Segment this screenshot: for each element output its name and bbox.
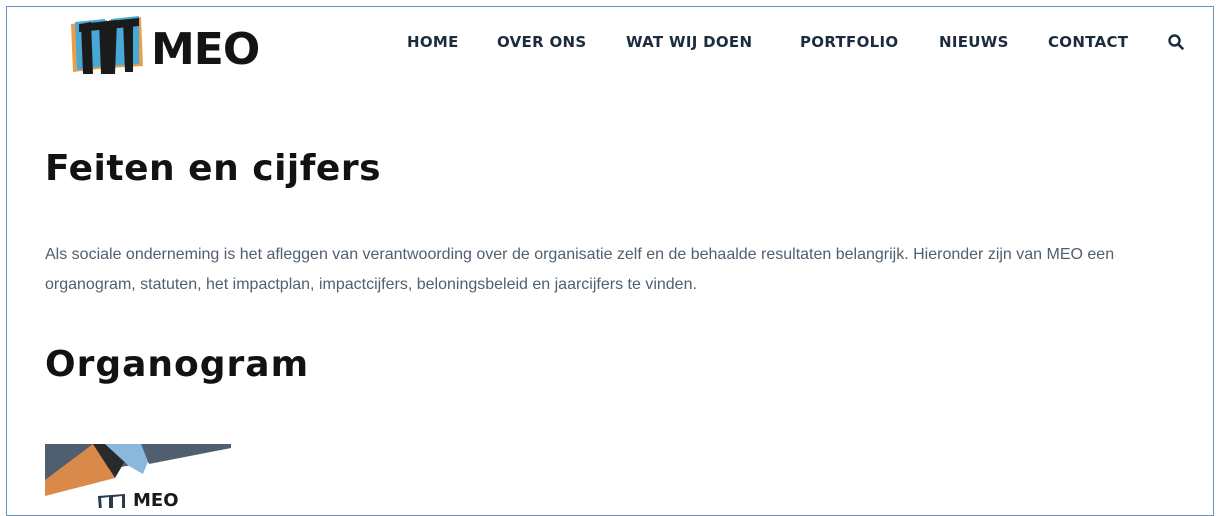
nav-item-portfolio[interactable]: PORTFOLIO	[800, 33, 898, 51]
page-title: Feiten en cijfers	[45, 148, 382, 189]
nav-item-contact[interactable]: CONTACT	[1048, 33, 1128, 51]
intro-paragraph: Als sociale onderneming is het afleggen …	[45, 246, 1115, 293]
nav-item-nieuws[interactable]: NIEUWS	[939, 33, 1009, 51]
search-icon[interactable]	[1167, 33, 1185, 51]
section-title-organogram: Organogram	[45, 344, 310, 385]
thumbnail-book-icon	[98, 494, 125, 508]
nav-item-home[interactable]: HOME	[407, 33, 459, 51]
thumbnail-logo-text: MEO	[133, 490, 179, 511]
nav-item-over-ons[interactable]: OVER ONS	[497, 33, 587, 51]
main-nav: HOME OVER ONS WAT WIJ DOEN PORTFOLIO NIE…	[0, 33, 1216, 53]
nav-item-wat-wij-doen[interactable]: WAT WIJ DOEN	[626, 33, 752, 51]
